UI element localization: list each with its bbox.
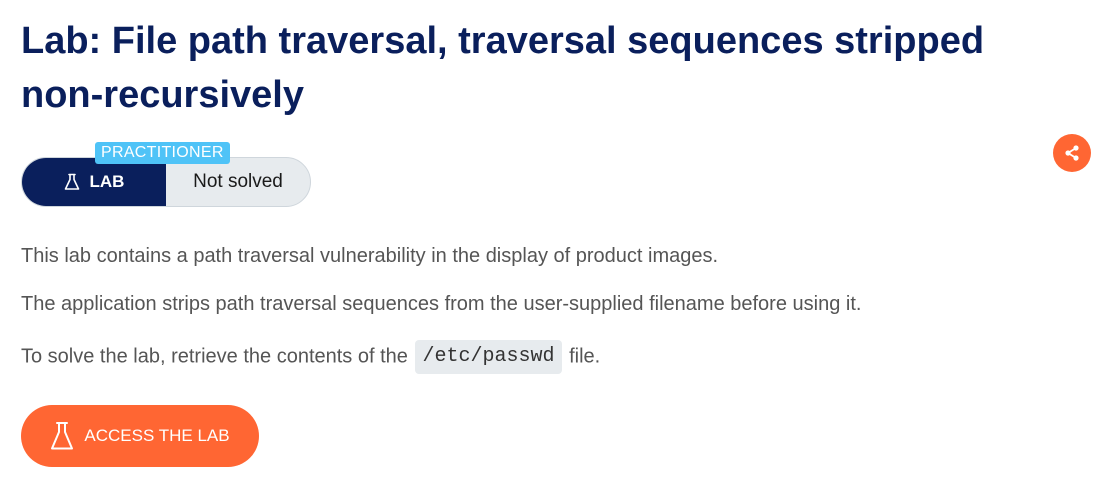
lab-status-pill: LAB Not solved	[21, 157, 311, 207]
share-icon	[1065, 145, 1079, 161]
access-lab-button[interactable]: ACCESS THE LAB	[21, 405, 259, 467]
page-title: Lab: File path traversal, traversal sequ…	[21, 20, 985, 116]
lab-label-segment: LAB	[22, 158, 166, 206]
description-line-3-text: To solve the lab, retrieve the contents …	[21, 345, 408, 368]
flask-icon	[51, 422, 74, 450]
flask-icon	[64, 173, 79, 190]
solved-status: Not solved	[193, 171, 283, 192]
description-line-1: This lab contains a path traversal vulne…	[21, 245, 719, 267]
level-badge: PRACTITIONER	[95, 142, 230, 164]
access-lab-label: ACCESS THE LAB	[84, 426, 230, 445]
description-line-3: To solve the lab, retrieve the contents …	[21, 340, 600, 374]
passwd-path-code: /etc/passwd	[415, 340, 562, 374]
description-line-3-suffix: file.	[569, 345, 601, 368]
lab-status-widget: LAB Not solved PRACTITIONER	[21, 142, 311, 207]
share-button[interactable]	[1053, 134, 1091, 172]
lab-label: LAB	[89, 172, 125, 191]
description-line-2: The application strips path traversal se…	[21, 293, 862, 315]
